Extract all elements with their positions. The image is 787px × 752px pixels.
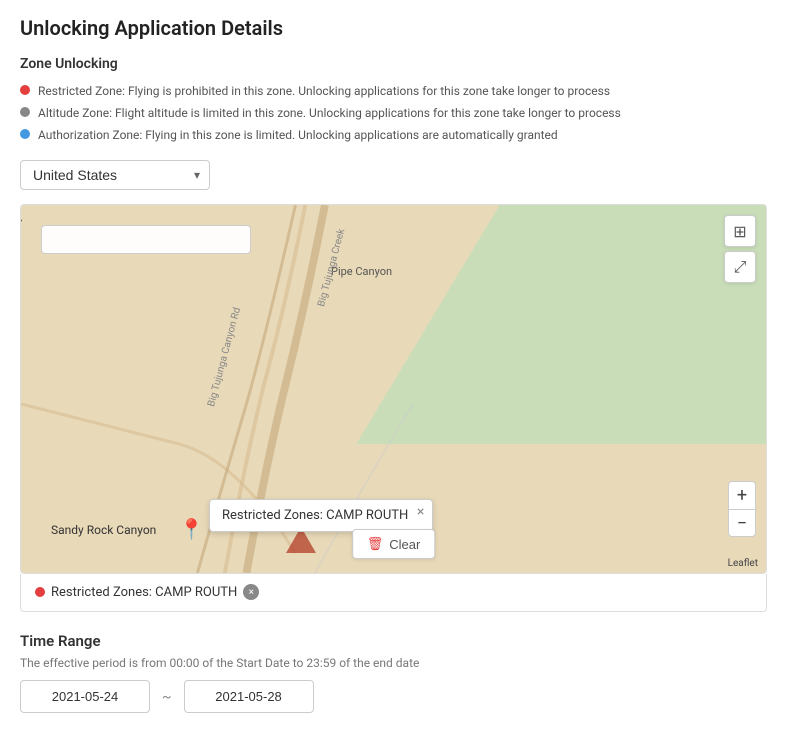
legend-dot-gray [20,107,30,117]
fullscreen-icon: ⤢ [734,257,747,277]
zoom-out-button[interactable]: − [728,509,756,537]
start-date-input[interactable] [20,680,150,713]
clear-button[interactable]: 🗑 Clear [352,529,436,559]
close-icon[interactable]: × [417,504,424,520]
search-input[interactable] [41,225,251,254]
map-controls: ⊞ ⤢ [724,215,756,283]
end-date-input[interactable] [184,680,314,713]
legend-dot-blue [20,129,30,139]
time-range-section: Time Range The effective period is from … [20,632,767,713]
layers-icon: ⊞ [733,222,746,241]
zone-section-title: Zone Unlocking [20,56,767,72]
legend-dot-red [20,85,30,95]
sandy-rock-pin: 📍 [179,517,204,541]
leaflet-label: Leaflet [728,558,758,569]
time-range-title: Time Range [20,632,767,650]
date-separator: ~ [150,689,184,705]
zoom-in-button[interactable]: + [728,481,756,509]
selected-zones: Restricted Zones: CAMP ROUTH × [20,574,767,612]
zone-tag-label: Restricted Zones: CAMP ROUTH [51,585,237,600]
zone-tag: Restricted Zones: CAMP ROUTH × [35,584,259,600]
country-select-wrapper: United States Canada United Kingdom Aust… [20,160,210,190]
legend-item-authorization: Authorization Zone: Flying in this zone … [20,126,767,144]
map-zoom-controls: + − [728,481,756,537]
zone-tag-remove-button[interactable]: × [243,584,259,600]
page-title: Unlocking Application Details [20,16,767,40]
zone-tag-dot [35,587,45,597]
legend-item-restricted: Restricted Zone: Flying is prohibited in… [20,82,767,100]
map-green-area [356,205,766,444]
legend-list: Restricted Zone: Flying is prohibited in… [20,82,767,144]
pipe-canyon-label: Pipe Canyon [331,265,392,278]
search-icon: 🔍 [20,207,23,223]
fullscreen-button[interactable]: ⤢ [724,251,756,283]
big-tujunga-canyon-rd-label: Big Tujunga Canyon Rd [206,306,243,408]
map-container[interactable]: Pipe Canyon Sandy Rock Canyon Kill'em Qu… [20,204,767,574]
clear-label: Clear [389,537,420,552]
map-tooltip: Restricted Zones: CAMP ROUTH × [209,499,433,532]
time-range-note: The effective period is from 00:00 of th… [20,656,767,670]
legend-item-altitude: Altitude Zone: Flight altitude is limite… [20,104,767,122]
map-background: Pipe Canyon Sandy Rock Canyon Kill'em Qu… [21,205,766,573]
trash-icon: 🗑 [367,536,384,552]
country-select[interactable]: United States Canada United Kingdom Aust… [20,160,210,190]
tooltip-text: Restricted Zones: CAMP ROUTH [222,508,408,523]
date-range-row: ~ [20,680,767,713]
layers-button[interactable]: ⊞ [724,215,756,247]
sandy-rock-canyon-label: Sandy Rock Canyon [51,523,156,537]
